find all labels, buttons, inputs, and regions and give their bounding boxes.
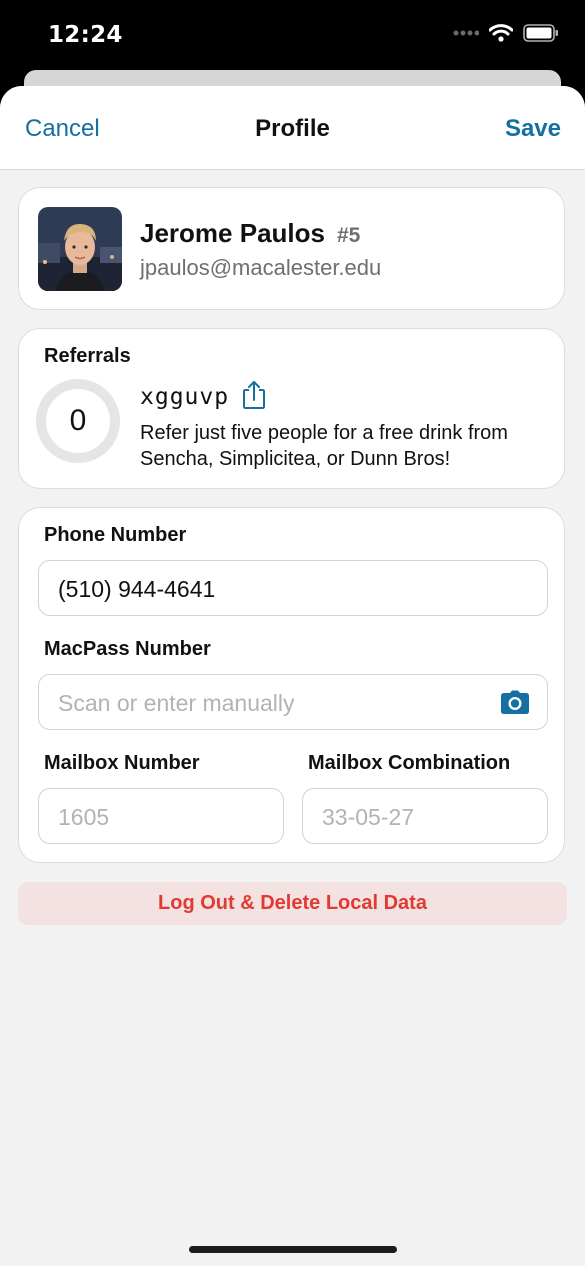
mailbox-number-placeholder: 1605 bbox=[58, 804, 110, 830]
details-form-card: Phone Number (510) 944-4641 MacPass Numb… bbox=[18, 507, 565, 863]
profile-name: Jerome Paulos bbox=[140, 218, 325, 248]
referral-count: 0 bbox=[69, 404, 87, 437]
macpass-placeholder: Scan or enter manually bbox=[58, 690, 295, 716]
wifi-icon bbox=[489, 24, 513, 42]
mailbox-combination-placeholder: 33-05-27 bbox=[322, 804, 415, 830]
mailbox-combination-label: Mailbox Combination bbox=[308, 752, 511, 774]
referrals-heading: Referrals bbox=[44, 345, 131, 367]
status-icons bbox=[453, 24, 559, 42]
profile-sheet: Cancel Profile Save Jerome Paulos #5 jpa… bbox=[0, 86, 585, 1266]
battery-icon bbox=[523, 24, 558, 42]
profile-card: Jerome Paulos #5 jpaulos@macalester.edu bbox=[18, 187, 565, 310]
avatar bbox=[38, 207, 122, 291]
profile-rank-badge: #5 bbox=[337, 224, 361, 247]
logout-delete-button[interactable]: Log Out & Delete Local Data bbox=[18, 882, 567, 925]
referral-code: xgguvp bbox=[140, 384, 230, 410]
macpass-number-label: MacPass Number bbox=[44, 638, 211, 660]
home-indicator bbox=[189, 1246, 397, 1253]
referrals-card: Referrals 0 xgguvp Refer just five peopl… bbox=[18, 328, 565, 489]
macpass-number-field[interactable]: Scan or enter manually bbox=[38, 674, 548, 730]
phone-number-label: Phone Number bbox=[44, 524, 187, 546]
phone-number-value: (510) 944-4641 bbox=[58, 576, 216, 602]
profile-email: jpaulos@macalester.edu bbox=[140, 255, 382, 280]
mailbox-number-field[interactable]: 1605 bbox=[38, 788, 284, 844]
phone-number-field[interactable]: (510) 944-4641 bbox=[38, 560, 548, 616]
camera-icon[interactable] bbox=[500, 689, 530, 715]
navigation-bar: Cancel Profile Save bbox=[0, 86, 585, 170]
mailbox-number-label: Mailbox Number bbox=[44, 752, 200, 774]
mailbox-combination-field[interactable]: 33-05-27 bbox=[302, 788, 548, 844]
referral-progress-ring: 0 bbox=[36, 379, 120, 463]
share-icon[interactable] bbox=[242, 380, 266, 410]
signal-icon bbox=[453, 30, 479, 36]
save-button[interactable]: Save bbox=[505, 115, 561, 143]
referral-description: Refer just five people for a free drink … bbox=[140, 422, 508, 470]
status-time: 12:24 bbox=[48, 22, 123, 48]
status-bar: 12:24 bbox=[0, 0, 585, 72]
cancel-button[interactable]: Cancel bbox=[25, 115, 100, 143]
